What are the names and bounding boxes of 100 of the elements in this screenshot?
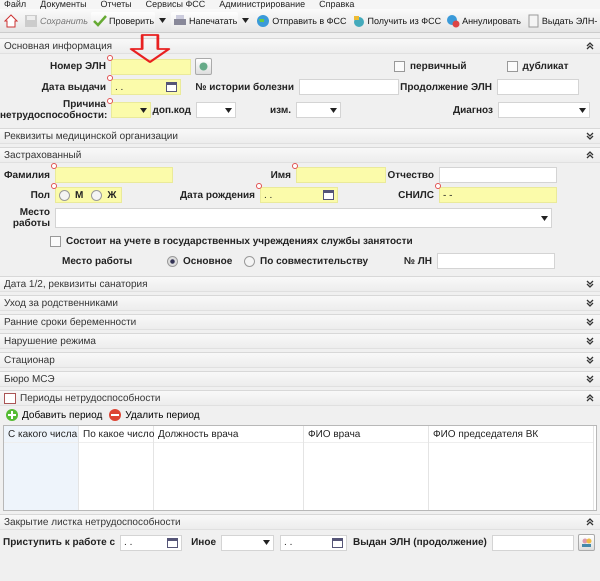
section-header[interactable]: Закрытие листка нетрудоспособности <box>0 514 600 530</box>
expand-icon[interactable] <box>586 318 594 326</box>
column-header[interactable]: ФИО врача <box>304 426 428 443</box>
surname-field[interactable] <box>55 167 173 183</box>
field-label: Продолжение ЭЛН <box>399 82 492 92</box>
section-header[interactable]: Застрахованный <box>0 147 600 163</box>
expand-icon[interactable] <box>586 356 594 364</box>
column-header[interactable]: ФИО председателя ВК <box>429 426 593 443</box>
toolbar-button[interactable]: Аннулировать <box>444 12 523 30</box>
radio-button[interactable] <box>59 190 70 200</box>
required-marker <box>51 183 57 189</box>
expand-icon[interactable] <box>586 280 594 288</box>
section-header[interactable]: Дата 1/2, реквизиты санатория <box>0 276 600 292</box>
field-label: Выдан ЭЛН (продолжение) <box>353 537 487 548</box>
field-label: Отчество <box>386 170 434 180</box>
patronymic-field[interactable] <box>439 167 557 183</box>
field-label: Дата выдачи <box>40 82 106 92</box>
collapse-icon[interactable] <box>586 394 594 402</box>
issued-field[interactable] <box>492 534 574 550</box>
column-header[interactable]: С какого числа <box>4 426 78 443</box>
expand-icon[interactable] <box>586 375 594 383</box>
document-icon <box>526 14 540 28</box>
collapse-icon[interactable] <box>586 518 594 526</box>
toolbar-button[interactable]: Получить из ФСС <box>350 12 444 30</box>
section-title: Закрытие листка нетрудоспособности <box>4 516 181 528</box>
remove-period-button[interactable]: Удалить период <box>105 408 203 422</box>
primary-checkbox[interactable]: первичный <box>394 61 467 72</box>
dropdown-arrow-icon <box>579 108 586 112</box>
ln-number-field[interactable] <box>437 253 555 269</box>
dropdown-arrow-icon <box>330 108 337 112</box>
menu-item[interactable]: Сервисы ФСС <box>146 0 206 9</box>
change-combo[interactable] <box>296 102 341 118</box>
section-header[interactable]: Периоды нетрудоспособности <box>0 390 600 406</box>
field-label: № ЛН <box>402 256 432 266</box>
field-label: Фамилия <box>3 170 50 180</box>
section-title: Реквизиты медицинской организации <box>4 130 178 142</box>
other-combo[interactable] <box>221 534 274 550</box>
column-header[interactable]: По какое число <box>79 426 153 443</box>
sex-radio[interactable]: Ж <box>91 190 116 200</box>
eln-number-field[interactable] <box>111 58 191 74</box>
menu-item[interactable]: Справка <box>319 0 354 9</box>
section-header[interactable]: Бюро МСЭ <box>0 371 600 387</box>
date-field[interactable]: . . <box>111 79 181 95</box>
snils-field[interactable]: - - <box>439 187 557 203</box>
menu-item[interactable]: Документы <box>40 0 87 9</box>
section-header[interactable]: Ранние сроки беременности <box>0 314 600 330</box>
generate-button[interactable] <box>195 58 212 75</box>
dropdown-arrow-icon <box>263 540 270 545</box>
field-label: № истории болезни <box>194 82 294 92</box>
menu-item[interactable]: Файл <box>4 0 26 9</box>
dropdown-arrow-icon <box>159 18 166 23</box>
work-type-radio[interactable]: Основное <box>167 256 244 266</box>
field-label: Иное <box>190 537 216 548</box>
section-header[interactable]: Уход за родственниками <box>0 295 600 311</box>
collapse-icon[interactable] <box>586 42 594 50</box>
radio-label: М <box>75 190 84 200</box>
section-header[interactable]: Нарушение режима <box>0 333 600 349</box>
checkbox[interactable] <box>506 61 518 72</box>
menu-item[interactable]: Отчеты <box>100 0 132 9</box>
history-field[interactable] <box>299 79 399 95</box>
continuation-field[interactable] <box>497 79 579 95</box>
checkbox[interactable] <box>394 61 405 72</box>
home-button[interactable] <box>2 12 20 30</box>
search-button[interactable] <box>578 534 595 551</box>
add-period-button[interactable]: Добавить период <box>2 408 106 422</box>
duplicate-checkbox[interactable]: дубликат <box>506 61 568 72</box>
required-marker <box>435 183 441 189</box>
section-title: Бюро МСЭ <box>4 374 55 384</box>
radio-label: По совместительству <box>260 256 368 266</box>
radio-button[interactable] <box>167 256 178 266</box>
toolbar-button[interactable]: Выдать ЭЛН- <box>524 12 600 30</box>
field-label: Пол <box>30 190 50 200</box>
work-type-radio[interactable]: По совместительству <box>244 256 387 266</box>
radio-button[interactable] <box>244 256 255 266</box>
section-header[interactable]: Стационар <box>0 352 600 368</box>
radio-label: Ж <box>107 190 116 200</box>
globe-icon <box>256 14 270 28</box>
section-title: Основная информация <box>4 40 112 52</box>
date-field[interactable]: . . <box>120 534 182 550</box>
toolbar-button[interactable]: Отправить в ФСС <box>254 12 349 30</box>
radio-button[interactable] <box>91 190 102 200</box>
collapse-icon[interactable] <box>586 151 594 159</box>
field-label: Причина нетрудоспособности: <box>0 99 106 121</box>
sex-radio[interactable]: М <box>59 190 84 200</box>
reason-combo[interactable] <box>111 102 151 118</box>
extra-code-combo[interactable] <box>196 102 236 118</box>
section-header[interactable]: Реквизиты медицинской организации <box>0 128 600 144</box>
name-field[interactable] <box>296 167 386 183</box>
toolbar-button[interactable]: Проверить <box>91 12 156 30</box>
checkbox[interactable] <box>50 236 61 246</box>
expand-icon[interactable] <box>586 132 594 140</box>
required-marker <box>107 98 113 104</box>
expand-icon[interactable] <box>586 299 594 307</box>
date-field[interactable]: . . <box>260 187 338 203</box>
date-field[interactable]: . . <box>280 534 348 550</box>
column-header[interactable]: Должность врача <box>154 426 303 443</box>
expand-icon[interactable] <box>586 337 594 345</box>
globe-icon <box>446 14 460 28</box>
section-header[interactable]: Основная информация <box>0 38 600 54</box>
menu-item[interactable]: Администрирование <box>219 0 306 9</box>
